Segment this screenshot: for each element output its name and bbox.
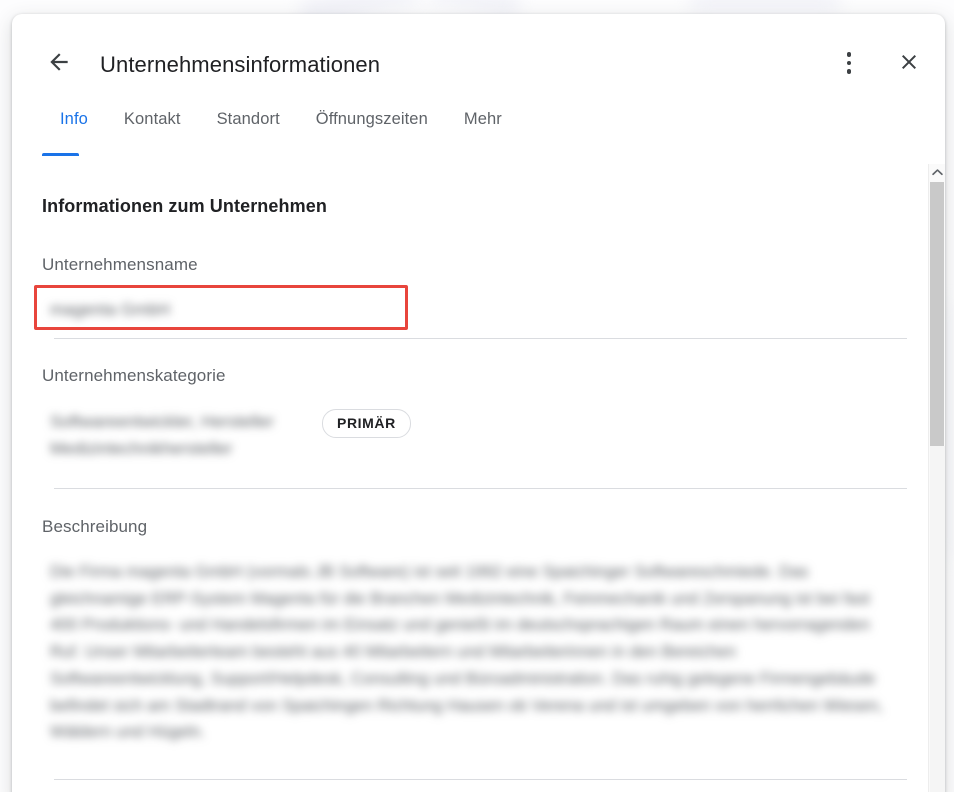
scrollbar-thumb[interactable] bbox=[930, 182, 944, 446]
dialog-body: Informationen zum Unternehmen Unternehme… bbox=[12, 164, 945, 792]
section-title: Informationen zum Unternehmen bbox=[42, 196, 327, 216]
vertical-scrollbar[interactable] bbox=[928, 164, 945, 792]
dialog-header: Unternehmensinformationen bbox=[12, 14, 945, 104]
arrow-left-icon bbox=[46, 49, 72, 78]
description-value[interactable]: Die Firma magenta GmbH (vormals JB Softw… bbox=[42, 559, 895, 746]
company-category-label: Unternehmenskategorie bbox=[42, 366, 226, 385]
more-options-button[interactable] bbox=[827, 41, 871, 85]
tab-bar: Info Kontakt Standort Öffnungszeiten Meh… bbox=[12, 104, 945, 164]
more-vert-icon bbox=[846, 52, 852, 74]
company-name-value[interactable]: magenta GmbH bbox=[42, 297, 875, 321]
close-icon bbox=[897, 50, 921, 77]
divider bbox=[54, 778, 907, 780]
close-button[interactable] bbox=[887, 41, 931, 85]
tab-info[interactable]: Info bbox=[42, 104, 106, 129]
tab-oeffnungszeiten[interactable]: Öffnungszeiten bbox=[298, 104, 446, 129]
active-tab-indicator bbox=[42, 153, 79, 156]
tab-standort[interactable]: Standort bbox=[199, 104, 298, 129]
tab-mehr[interactable]: Mehr bbox=[446, 104, 520, 129]
business-info-dialog: Unternehmensinformationen Info Kontakt S… bbox=[12, 14, 945, 792]
company-category-row: Softwareentwickler, Hersteller Medizinte… bbox=[42, 408, 875, 462]
backdrop-blur-shape bbox=[690, 0, 840, 12]
field-description: Beschreibung Die Firma magenta GmbH (vor… bbox=[42, 517, 883, 746]
company-category-value[interactable]: Softwareentwickler, Hersteller Medizinte… bbox=[50, 408, 306, 462]
backdrop-blur-shape bbox=[946, 300, 954, 560]
page-title: Unternehmensinformationen bbox=[100, 52, 381, 77]
description-label: Beschreibung bbox=[42, 517, 148, 536]
back-button[interactable] bbox=[35, 39, 83, 87]
field-company-name: Unternehmensname magenta GmbH bbox=[42, 255, 875, 321]
scroll-content: Informationen zum Unternehmen Unternehme… bbox=[12, 164, 927, 792]
company-name-label: Unternehmensname bbox=[42, 255, 198, 274]
tab-kontakt[interactable]: Kontakt bbox=[106, 104, 199, 129]
header-actions bbox=[827, 41, 931, 85]
field-company-category: Unternehmenskategorie Softwareentwickler… bbox=[42, 366, 875, 462]
divider bbox=[54, 488, 907, 489]
scrollbar-track[interactable] bbox=[930, 446, 945, 792]
chevron-up-icon bbox=[931, 167, 943, 178]
divider bbox=[54, 338, 907, 339]
scroll-up-button[interactable] bbox=[929, 164, 945, 181]
primary-badge: PRIMÄR bbox=[322, 409, 411, 438]
